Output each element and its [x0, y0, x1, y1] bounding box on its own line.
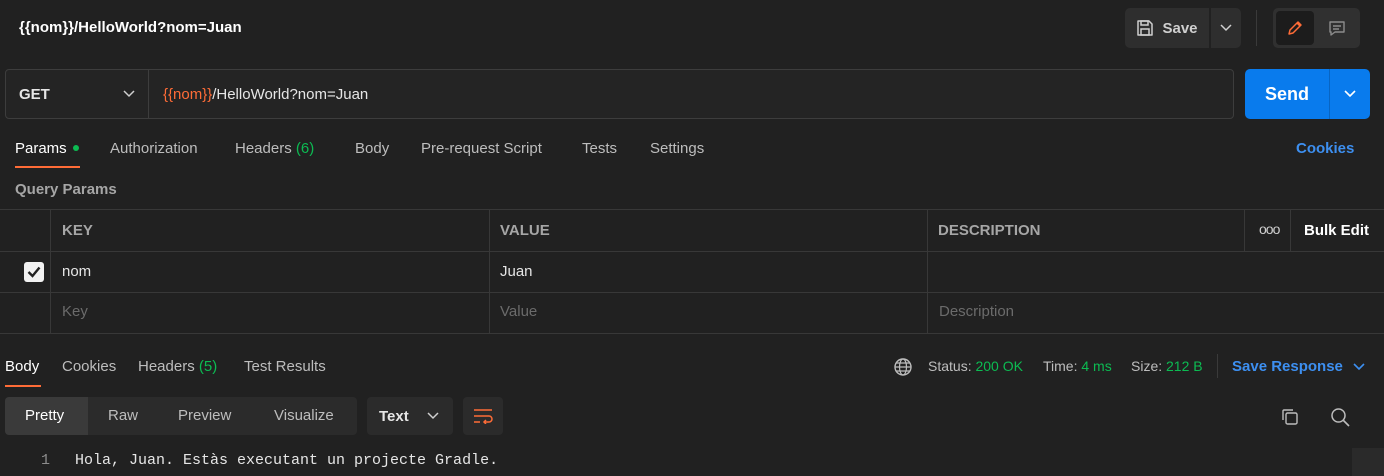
- checkmark-icon: [27, 266, 41, 278]
- send-button-group: Send: [1245, 69, 1370, 119]
- status-dot: [72, 145, 79, 152]
- chevron-down-icon: [1344, 90, 1356, 98]
- response-tab-body[interactable]: Body: [5, 358, 39, 375]
- save-icon: [1137, 20, 1154, 36]
- tab-tests[interactable]: Tests: [582, 140, 617, 157]
- language-label: Text: [379, 407, 409, 425]
- response-status: Status: 200 OK: [928, 358, 1023, 374]
- tab-settings[interactable]: Settings: [650, 140, 704, 157]
- tab-prerequest-script[interactable]: Pre-request Script: [421, 140, 542, 157]
- new-value-input[interactable]: Value: [500, 303, 537, 320]
- table-row-border: [0, 292, 1384, 293]
- tab-headers-label: Headers: [235, 140, 292, 157]
- query-params-heading: Query Params: [15, 181, 117, 198]
- url-variable: {{nom}}: [163, 86, 213, 103]
- save-label: Save: [1162, 19, 1198, 37]
- save-button-group: Save: [1125, 8, 1241, 48]
- time-label: Time:: [1043, 358, 1078, 374]
- scrollbar[interactable]: [1352, 448, 1384, 476]
- copy-icon[interactable]: [1280, 407, 1300, 427]
- save-response-button[interactable]: Save Response: [1232, 358, 1365, 375]
- response-size: Size: 212 B: [1131, 358, 1203, 374]
- bulk-edit-button[interactable]: Bulk Edit: [1304, 222, 1369, 239]
- language-select[interactable]: Text: [367, 397, 453, 435]
- table-header-border: [0, 251, 1384, 252]
- save-options-button[interactable]: [1211, 8, 1241, 48]
- more-options-button[interactable]: ooo: [1259, 221, 1280, 237]
- meta-divider: [1217, 354, 1218, 378]
- response-headers-label: Headers: [138, 358, 195, 375]
- active-tab-indicator: [15, 166, 80, 168]
- line-number: 1: [40, 452, 50, 469]
- send-button[interactable]: Send: [1245, 69, 1329, 119]
- response-tab-cookies[interactable]: Cookies: [62, 358, 116, 375]
- comment-icon: [1329, 21, 1345, 36]
- tab-headers[interactable]: Headers (6): [235, 140, 314, 157]
- format-preview[interactable]: Preview: [178, 407, 231, 424]
- chevron-down-icon: [123, 90, 135, 98]
- time-value: 4 ms: [1081, 358, 1112, 374]
- status-value: 200 OK: [975, 358, 1023, 374]
- search-icon[interactable]: [1330, 407, 1350, 427]
- response-body-line: Hola, Juan. Estàs executant un projecte …: [75, 452, 499, 469]
- save-response-label: Save Response: [1232, 358, 1343, 375]
- size-label: Size:: [1131, 358, 1163, 374]
- method-select[interactable]: GET: [6, 70, 149, 118]
- table-col-divider: [1290, 209, 1291, 251]
- param-enabled-checkbox[interactable]: [24, 262, 44, 282]
- url-path: /HelloWorld?nom=Juan: [212, 86, 369, 103]
- globe-icon[interactable]: [893, 357, 913, 377]
- edit-mode-button[interactable]: [1276, 11, 1314, 45]
- format-pretty[interactable]: Pretty: [25, 407, 64, 424]
- active-tab-indicator: [5, 385, 41, 387]
- new-description-input[interactable]: Description: [939, 303, 1014, 320]
- response-tab-headers[interactable]: Headers (5): [138, 358, 217, 375]
- table-col-divider: [927, 209, 928, 333]
- request-title[interactable]: {{nom}}/HelloWorld?nom=Juan: [19, 19, 242, 36]
- method-label: GET: [19, 85, 50, 103]
- tab-authorization[interactable]: Authorization: [110, 140, 198, 157]
- headers-count-badge: (6): [295, 140, 315, 157]
- format-visualize[interactable]: Visualize: [274, 407, 334, 424]
- param-value-cell[interactable]: Juan: [500, 263, 533, 280]
- chevron-down-icon: [427, 412, 439, 420]
- format-raw[interactable]: Raw: [108, 407, 138, 424]
- table-border-bottom: [0, 333, 1384, 334]
- response-time: Time: 4 ms: [1043, 358, 1112, 374]
- tab-params-label: Params: [15, 140, 67, 157]
- chevron-down-icon: [1353, 362, 1365, 370]
- table-col-divider: [50, 209, 51, 333]
- comments-button[interactable]: [1320, 11, 1354, 45]
- table-col-divider: [489, 209, 490, 333]
- response-headers-count: (5): [198, 358, 218, 375]
- toolbar-divider: [1256, 10, 1257, 46]
- tab-params[interactable]: Params: [15, 140, 79, 157]
- status-label: Status:: [928, 358, 972, 374]
- chevron-down-icon: [1220, 24, 1232, 32]
- table-border-top: [0, 209, 1384, 210]
- column-header-description: DESCRIPTION: [938, 222, 1041, 239]
- tab-body[interactable]: Body: [355, 140, 389, 157]
- new-key-input[interactable]: Key: [62, 303, 88, 320]
- column-header-value: VALUE: [500, 222, 550, 239]
- response-tab-test-results[interactable]: Test Results: [244, 358, 326, 375]
- wrap-lines-button[interactable]: [463, 397, 503, 435]
- size-value: 212 B: [1166, 358, 1203, 374]
- cookies-link[interactable]: Cookies: [1296, 140, 1354, 157]
- send-options-button[interactable]: [1330, 69, 1370, 119]
- save-button[interactable]: Save: [1125, 8, 1209, 48]
- wrap-icon: [474, 409, 493, 424]
- column-header-key: KEY: [62, 222, 93, 239]
- table-col-divider: [1244, 209, 1245, 251]
- param-key-cell[interactable]: nom: [62, 263, 91, 280]
- url-input[interactable]: {{nom}}/HelloWorld?nom=Juan: [163, 86, 368, 103]
- pencil-icon: [1288, 21, 1302, 35]
